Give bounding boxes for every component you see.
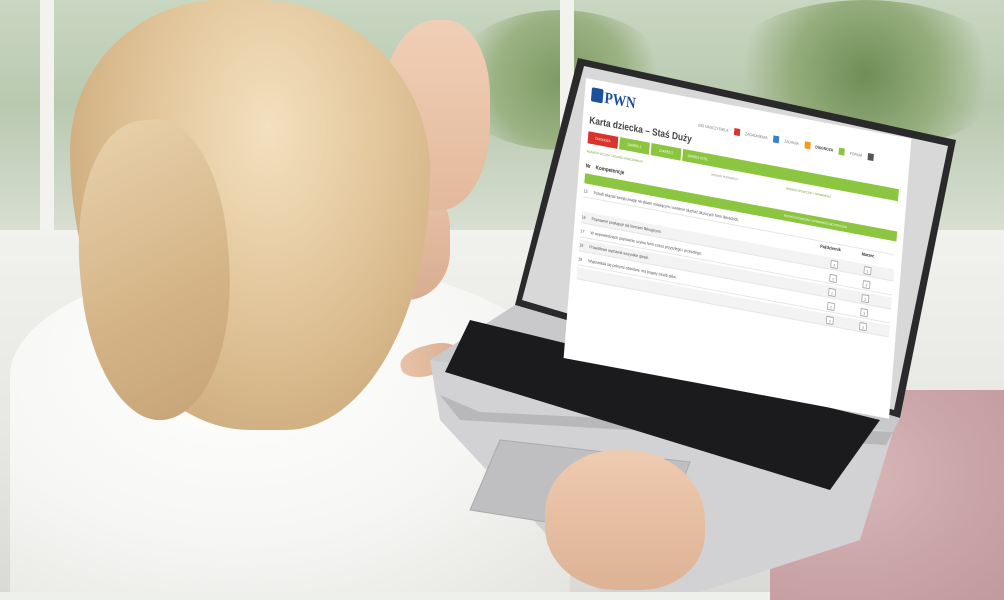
tab-diagnoza[interactable]: DIAGNOZA [587,131,619,149]
pwn-logo-icon [590,87,604,104]
laptop-screen: PWN BIO NAUCZYCIELA ZAGADNIENIA ZADANIA … [563,78,912,419]
score-march[interactable]: 3 [859,321,868,332]
row-number: 15 [583,188,588,194]
nav-square-icon [733,128,741,137]
nav-square-icon [804,141,811,150]
score-march[interactable]: 3 [863,265,872,276]
row-number: 18 [579,242,584,248]
pwn-logo[interactable]: PWN [590,87,636,113]
score-october[interactable]: 2 [829,273,838,284]
nav-item[interactable]: ZAGADNIENIA [745,131,780,144]
tab-zakres-1[interactable]: ZAKRES 1 [619,137,650,155]
score-october[interactable]: 3 [830,259,839,270]
right-hand [545,450,705,590]
score-october[interactable]: 2 [825,315,834,326]
score-march[interactable]: 3 [860,307,869,318]
score-october[interactable]: 2 [828,287,837,298]
nav-item[interactable]: BIO NAUCZYCIELA [698,122,741,137]
score-march[interactable]: 3 [861,293,870,304]
col-march-header: Marzec [861,251,875,259]
subtab[interactable]: ROZWÓJ SPOŁECZNY I SPRAWNOŚĆ [786,186,831,198]
col-competency-header: Kompetencje [595,165,625,177]
tab-zakres-2[interactable]: ZAKRES 2 [650,143,682,161]
nav-square-icon [867,153,874,162]
nav-item[interactable]: FORUM [850,150,874,162]
nav-square-icon [838,147,846,156]
score-october[interactable]: 2 [826,301,836,312]
nav-square-icon [773,135,780,144]
row-number: 19 [578,256,583,262]
laptop: PWN BIO NAUCZYCIELA ZAGADNIENIA ZADANIA … [0,0,1004,592]
col-nr-header: Nr [585,163,592,171]
subtab[interactable]: ROZWÓJ POZNAWCZY [711,172,739,181]
row-number: 16 [581,214,586,220]
row-number: 17 [580,228,585,234]
nav-item[interactable]: DIAGNOZA [815,144,846,156]
score-march[interactable]: 3 [862,279,871,290]
nav-item[interactable]: ZADANIA [784,138,811,150]
